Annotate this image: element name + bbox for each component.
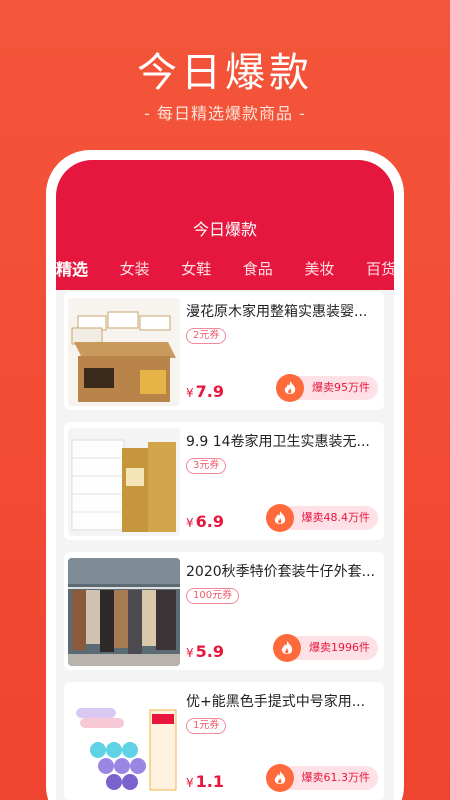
product-price: ¥7.9: [186, 382, 224, 401]
sold-count-text: 爆卖48.4万件: [301, 511, 371, 524]
product-card[interactable]: 2020秋季特价套装牛仔外套... 100元券 ¥5.9 爆卖1996件: [64, 552, 384, 670]
fire-icon: [276, 374, 304, 402]
tab-food[interactable]: 食品: [243, 258, 273, 279]
tab-featured[interactable]: 精选: [56, 256, 88, 280]
coupon-badge: 2元券: [186, 328, 227, 344]
product-image-toilet-paper[interactable]: [68, 428, 180, 536]
sold-count-text: 爆卖95万件: [312, 381, 370, 394]
product-card[interactable]: 漫花原木家用整箱实惠装婴... 2元券 ¥7.9 爆卖95万件: [64, 292, 384, 410]
product-image-trash-bags[interactable]: [68, 688, 180, 796]
product-price: ¥5.9: [186, 642, 224, 661]
coupon-badge: 1元券: [186, 718, 227, 734]
fire-icon: [265, 764, 294, 792]
price-value: 1.1: [195, 772, 224, 791]
product-price: ¥6.9: [186, 512, 224, 531]
app-title: 今日爆款: [192, 220, 257, 239]
product-card[interactable]: 9.9 14卷家用卫生实惠装无... 3元券 ¥6.9 爆卖48.4万件: [64, 422, 384, 540]
category-tabs: 精选 女装 女鞋 食品 美妆 百货: [56, 256, 396, 280]
sold-count-badge: 爆卖61.3万件: [265, 764, 378, 792]
product-title[interactable]: 2020秋季特价套装牛仔外套...: [186, 561, 378, 581]
product-title[interactable]: 优+能黑色手提式中号家用...: [186, 691, 378, 711]
hero-title: 今日爆款: [137, 50, 313, 96]
product-title[interactable]: 9.9 14卷家用卫生实惠装无...: [186, 431, 378, 451]
tab-beauty[interactable]: 美妆: [304, 258, 334, 279]
price-value: 6.9: [195, 512, 224, 531]
currency-symbol: ¥: [186, 646, 194, 660]
coupon-badge: 3元券: [186, 458, 227, 474]
tab-women-shoes[interactable]: 女鞋: [181, 258, 211, 279]
tab-general-goods[interactable]: 百货: [366, 258, 396, 279]
price-value: 5.9: [195, 642, 224, 661]
price-value: 7.9: [195, 382, 224, 401]
hero-subtitle: - 每日精选爆款商品 -: [144, 104, 306, 123]
product-price: ¥1.1: [186, 772, 224, 791]
currency-symbol: ¥: [186, 516, 194, 530]
fire-icon: [273, 634, 301, 662]
tab-women-clothing[interactable]: 女装: [120, 258, 150, 279]
product-card[interactable]: 优+能黑色手提式中号家用... 1元券 ¥1.1 爆卖61.3万件: [64, 682, 384, 800]
sold-count-badge: 爆卖1996件: [273, 634, 378, 662]
sold-count-text: 爆卖1996件: [309, 641, 370, 654]
sold-count-text: 爆卖61.3万件: [301, 771, 371, 784]
currency-symbol: ¥: [186, 386, 194, 400]
sold-count-badge: 爆卖48.4万件: [265, 504, 378, 532]
product-image-tissue-box[interactable]: [68, 298, 180, 406]
product-image-clothes-rack[interactable]: [68, 558, 180, 666]
sold-count-badge: 爆卖95万件: [276, 374, 378, 402]
coupon-badge: 100元券: [186, 588, 240, 604]
product-title[interactable]: 漫花原木家用整箱实惠装婴...: [186, 301, 378, 321]
currency-symbol: ¥: [186, 776, 194, 790]
fire-icon: [265, 504, 294, 532]
